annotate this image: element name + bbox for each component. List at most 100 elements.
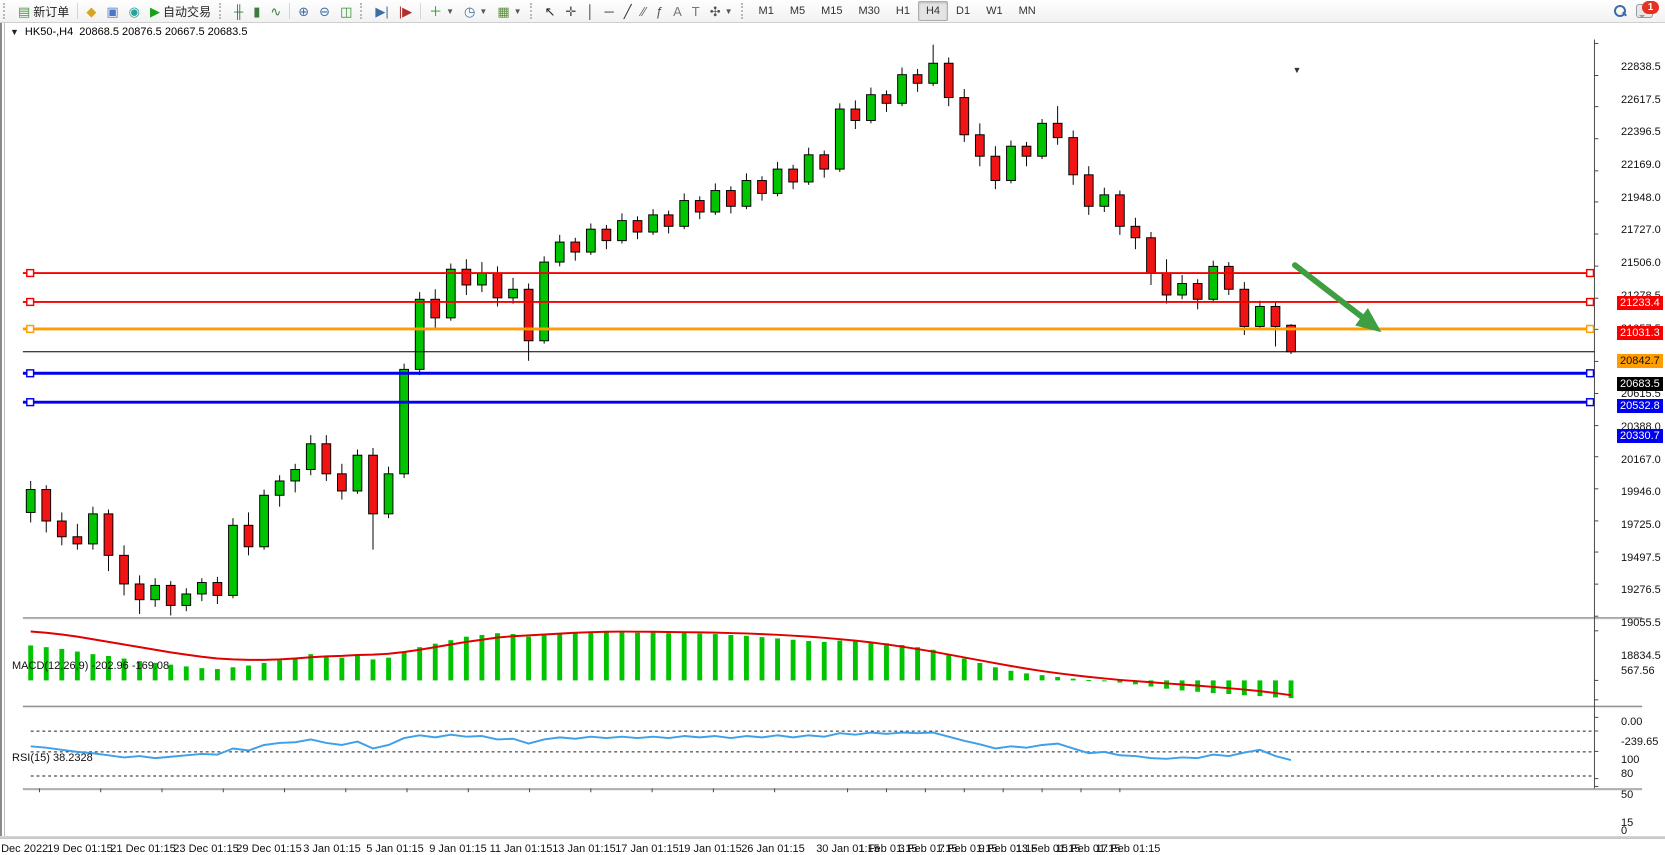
market-watch-button[interactable]: ◆ xyxy=(81,0,101,22)
timeframe-m5[interactable]: M5 xyxy=(782,1,813,21)
bar-chart-button[interactable]: ╫ xyxy=(229,0,248,22)
templates-icon: ▦ xyxy=(497,5,509,18)
candle-8 xyxy=(151,578,160,607)
time-axis-label[interactable]: 23 Dec 01:15 xyxy=(173,843,238,855)
macd-hist-bar xyxy=(1242,680,1247,695)
new-order-button[interactable]: ▤新订单 xyxy=(13,0,74,22)
hline-handle[interactable] xyxy=(27,370,34,377)
timeframe-m30[interactable]: M30 xyxy=(851,1,888,21)
macd-hist-bar xyxy=(573,632,578,680)
timeframe-h4[interactable]: H4 xyxy=(918,1,948,21)
candle-61 xyxy=(975,123,984,166)
data-window-button[interactable]: ▣ xyxy=(101,0,123,22)
time-axis-label[interactable]: 17 Feb 01:15 xyxy=(1096,843,1161,855)
zoom-out-button[interactable]: ⊖ xyxy=(314,0,335,22)
text-tool[interactable]: A xyxy=(668,0,687,22)
candle-50 xyxy=(804,148,813,185)
hline-handle[interactable] xyxy=(27,299,34,306)
macd-hist-bar xyxy=(853,641,858,680)
timeframe-w1[interactable]: W1 xyxy=(978,1,1011,21)
fibonacci-tool[interactable]: ƒ xyxy=(651,0,668,22)
signals-button[interactable]: ◉ xyxy=(124,0,145,22)
chart-canvas[interactable] xyxy=(0,23,1665,836)
hline-handle[interactable] xyxy=(1587,399,1594,406)
time-axis-label[interactable]: 15 Dec 2022 xyxy=(0,843,48,855)
candle-body xyxy=(1271,306,1280,326)
periods-dropdown[interactable]: ◷▼ xyxy=(459,0,492,22)
arrows-tool-dropdown[interactable]: ✣▼ xyxy=(705,0,738,22)
trend-arrow-annotation[interactable] xyxy=(1295,265,1382,332)
zoom-in-button[interactable]: ⊕ xyxy=(293,0,314,22)
hline-handle[interactable] xyxy=(27,399,34,406)
time-axis-label[interactable]: 19 Dec 01:15 xyxy=(47,843,112,855)
vertical-line-icon: │ xyxy=(586,5,594,18)
time-axis-label[interactable]: 5 Jan 01:15 xyxy=(366,843,424,855)
tile-windows-button[interactable]: ◫ xyxy=(335,0,357,22)
hline-handle[interactable] xyxy=(1587,270,1594,277)
hline-handle[interactable] xyxy=(1587,370,1594,377)
time-axis-label[interactable]: 21 Dec 01:15 xyxy=(110,843,175,855)
crosshair-tool[interactable]: ✛ xyxy=(560,0,581,22)
auto-trading-button[interactable]: ▶自动交易 xyxy=(145,0,216,22)
indicators-dropdown[interactable]: ＋▼ xyxy=(424,0,459,22)
candle-body xyxy=(151,585,160,599)
rsi-pane[interactable] xyxy=(31,731,1595,776)
macd-pane[interactable] xyxy=(28,631,1293,698)
hline-20532.8[interactable] xyxy=(23,370,1595,377)
channel-tool[interactable]: ∕∕ xyxy=(637,0,651,22)
crosshair-icon: ✛ xyxy=(565,5,576,18)
macd-hist-bar xyxy=(557,633,562,680)
time-axis-label[interactable]: 26 Jan 01:15 xyxy=(741,843,805,855)
text-label-tool[interactable]: T xyxy=(687,0,705,22)
candle-body xyxy=(1256,306,1265,326)
time-axis-label[interactable]: 19 Jan 01:15 xyxy=(678,843,742,855)
candle-1 xyxy=(42,485,51,532)
line-chart-button[interactable]: ∿ xyxy=(265,0,286,22)
time-axis-label[interactable]: 3 Jan 01:15 xyxy=(303,843,361,855)
time-axis-label[interactable]: 11 Jan 01:15 xyxy=(490,843,553,855)
indicators-icon: ＋ xyxy=(429,5,442,18)
time-axis-label[interactable]: 17 Jan 01:15 xyxy=(615,843,679,855)
hline-20842.7[interactable] xyxy=(23,326,1595,333)
vertical-line-tool[interactable]: │ xyxy=(581,0,599,22)
candle-body xyxy=(913,75,922,84)
search-icon[interactable] xyxy=(1614,5,1626,17)
hline-21233.4[interactable] xyxy=(23,270,1595,277)
time-axis-label[interactable]: 29 Dec 01:15 xyxy=(236,843,301,855)
templates-dropdown[interactable]: ▦▼ xyxy=(492,0,526,22)
time-axis-label[interactable]: 13 Jan 01:15 xyxy=(552,843,616,855)
candle-73 xyxy=(1162,259,1171,303)
macd-hist-bar xyxy=(1164,680,1169,688)
candle-10 xyxy=(182,588,191,611)
timeframe-h1[interactable]: H1 xyxy=(888,1,918,21)
hline-handle[interactable] xyxy=(1587,299,1594,306)
candlestick-chart-button[interactable]: ▮ xyxy=(248,0,265,22)
timeframe-m15[interactable]: M15 xyxy=(813,1,850,21)
hline-20330.7[interactable] xyxy=(23,399,1595,406)
price-tag-20532.8: 20532.8 xyxy=(1617,399,1663,413)
rsi-indicator-label: RSI(15) 38.2328 xyxy=(12,752,93,764)
chart-window[interactable]: ▼ HK50-,H4 20868.5 20876.5 20667.5 20683… xyxy=(0,23,1665,836)
macd-hist-bar xyxy=(682,633,687,681)
candle-64 xyxy=(1022,142,1031,166)
timeframe-mn[interactable]: MN xyxy=(1011,1,1044,21)
hline-handle[interactable] xyxy=(27,270,34,277)
cursor-tool[interactable]: ↖ xyxy=(540,0,561,22)
macd-hist-bar xyxy=(262,663,267,680)
timeframe-m1[interactable]: M1 xyxy=(751,1,782,21)
candle-body xyxy=(820,155,829,169)
price-axis-tick-label: 19946.0 xyxy=(1621,486,1661,498)
hline-handle[interactable] xyxy=(27,326,34,333)
hline-handle[interactable] xyxy=(1587,326,1594,333)
horizontal-line-tool[interactable]: ─ xyxy=(599,0,618,22)
auto-scroll-button[interactable]: |▶ xyxy=(394,0,417,22)
trendline-tool[interactable]: ╱ xyxy=(619,0,637,22)
price-axis-tick-label: 19725.0 xyxy=(1621,519,1661,531)
macd-hist-bar xyxy=(666,633,671,680)
timeframe-d1[interactable]: D1 xyxy=(948,1,978,21)
chart-shift-button[interactable]: ▶| xyxy=(370,0,393,22)
macd-hist-bar xyxy=(713,634,718,680)
candle-38 xyxy=(618,213,627,243)
time-axis-label[interactable]: 9 Jan 01:15 xyxy=(429,843,487,855)
hline-21031.3[interactable] xyxy=(23,299,1595,306)
